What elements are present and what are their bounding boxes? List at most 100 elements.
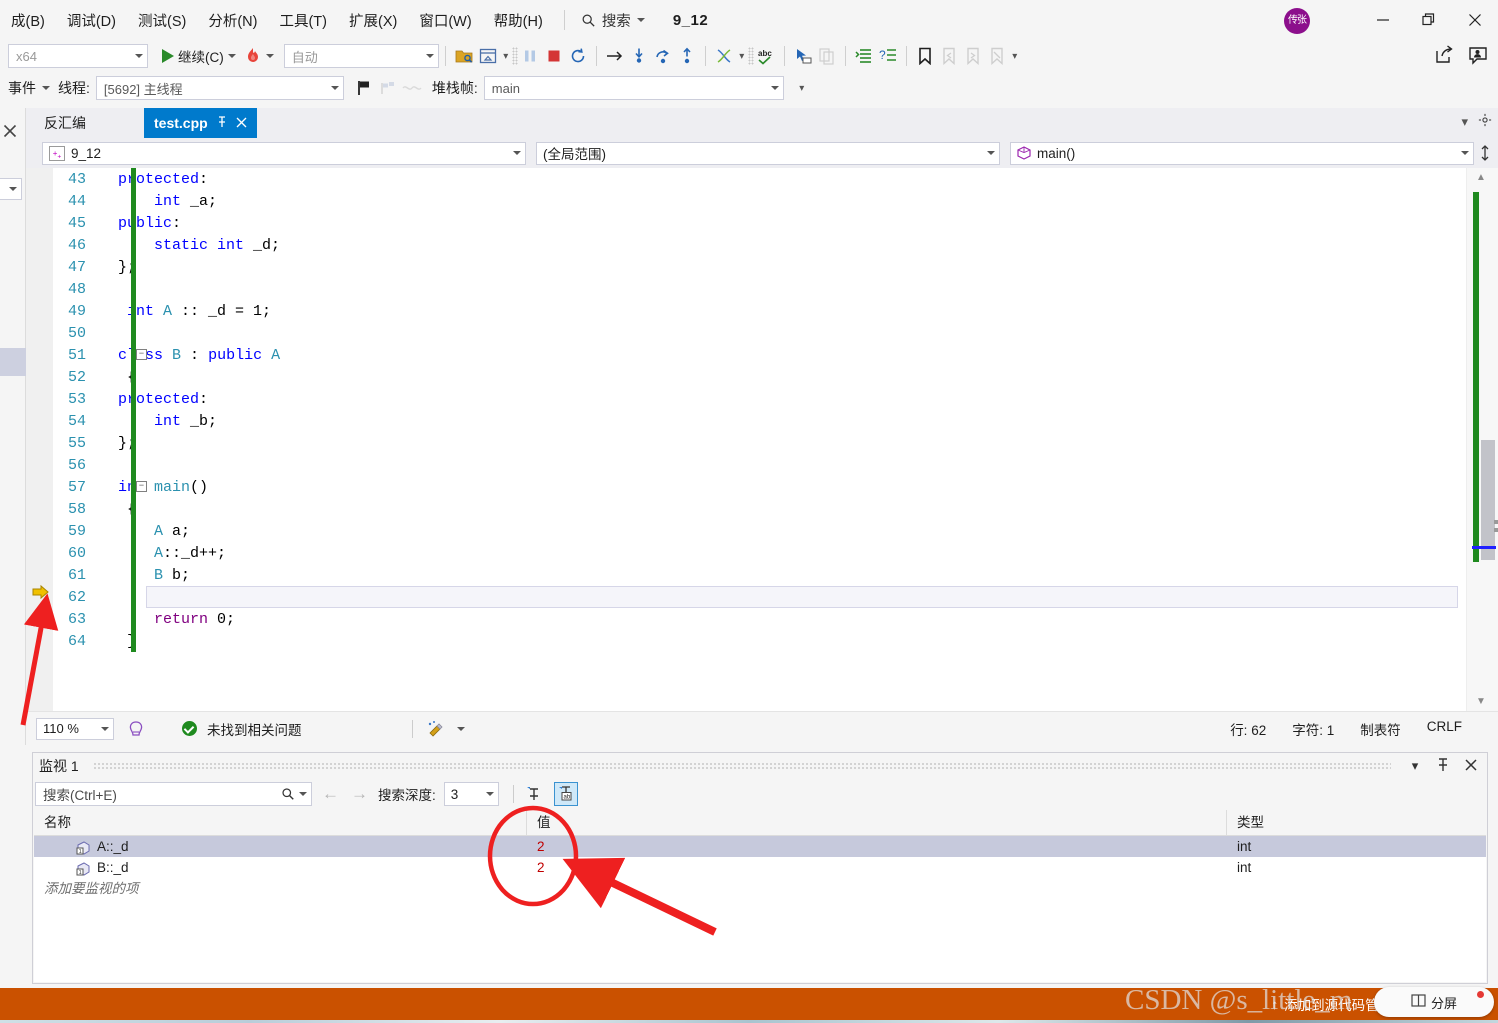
column-header-type[interactable]: 类型 — [1227, 810, 1486, 836]
tab-disassembly[interactable]: 反汇编 — [34, 108, 96, 138]
avatar[interactable]: 传张 — [1284, 8, 1310, 34]
close-icon[interactable] — [236, 115, 247, 131]
toolbar-overflow-icon[interactable]: ▾ — [1009, 51, 1021, 62]
nav-member-combo[interactable]: main() — [1010, 141, 1475, 165]
step-out-icon[interactable] — [675, 44, 699, 68]
toolbar-overflow-icon[interactable]: ▾ — [736, 51, 748, 62]
column-header-value[interactable]: 值 — [527, 809, 1227, 836]
chevron-down-icon[interactable] — [456, 726, 465, 731]
select-tool-icon[interactable] — [791, 44, 815, 68]
global-search[interactable]: 搜索 — [575, 8, 651, 33]
nav-scope-combo[interactable]: (全局范围) — [535, 141, 1001, 165]
code-line[interactable]: 52 { — [26, 366, 1466, 388]
stop-debugging-icon[interactable] — [542, 44, 566, 68]
thread-combo[interactable]: [5692] 主线程 — [95, 76, 344, 100]
chevron-down-icon[interactable] — [42, 86, 50, 90]
continue-to-cursor-icon[interactable] — [603, 44, 627, 68]
code-line[interactable]: 64 } — [26, 630, 1466, 652]
bookmark-icon[interactable] — [913, 44, 937, 68]
code-line[interactable]: 53 protected: — [26, 388, 1466, 410]
nav-project-combo[interactable]: ++ 9_12 — [42, 141, 526, 165]
scroll-down-icon[interactable]: ▼ — [1476, 696, 1486, 707]
home-window-icon[interactable] — [476, 44, 500, 68]
chevron-down-icon[interactable] — [299, 792, 307, 796]
continue-button[interactable]: 继续(C) — [158, 43, 240, 69]
pin-icon[interactable] — [1433, 757, 1453, 775]
table-row[interactable]: 1 A::_d 2 int — [34, 836, 1486, 857]
code-editor[interactable]: 43 protected: 44 int _a; 45 public: 46 static… — [26, 168, 1498, 711]
add-watch-item-row[interactable]: 添加要监视的项 — [34, 878, 1486, 900]
toolbar-overflow-icon[interactable]: ▾ — [500, 51, 512, 62]
menu-item-tools[interactable]: 工具(T) — [268, 6, 338, 35]
code-line[interactable]: 49 int A :: _d = 1; — [26, 300, 1466, 322]
search-prev-icon[interactable]: ← — [320, 784, 341, 804]
intellicode-icon[interactable] — [124, 717, 148, 741]
code-line[interactable]: 61 B b; — [26, 564, 1466, 586]
menu-item-window[interactable]: 窗口(W) — [408, 6, 482, 35]
code-line[interactable]: 46 static int _d; — [26, 234, 1466, 256]
scroll-up-icon[interactable]: ▲ — [1476, 172, 1486, 183]
code-line[interactable]: 62 B::_d++; 已用时间 <= 2ms — [26, 586, 1466, 608]
code-line[interactable]: 45 public: — [26, 212, 1466, 234]
column-header-name[interactable]: 名称 — [34, 809, 527, 836]
zoom-combo[interactable]: 110 % — [36, 717, 114, 740]
left-strip-combo[interactable] — [0, 178, 22, 200]
code-line[interactable]: 51 −class B : public A — [26, 344, 1466, 366]
code-line[interactable]: 56 — [26, 454, 1466, 476]
tab-list-icon[interactable]: ▾ — [1461, 114, 1468, 130]
pin-icon[interactable] — [216, 115, 228, 131]
menu-item-extensions[interactable]: 扩展(X) — [338, 6, 408, 35]
platform-combo[interactable]: x64 — [8, 44, 148, 68]
watch-name-cell[interactable]: 1 B::_d — [34, 857, 527, 878]
menu-item-build[interactable]: 成(B) — [0, 6, 56, 35]
step-over-icon[interactable] — [651, 44, 675, 68]
watch-name-cell[interactable]: 1 A::_d — [34, 836, 527, 857]
fold-collapse-icon[interactable]: − — [136, 349, 147, 360]
search-next-icon[interactable]: → — [349, 784, 370, 804]
floating-split-screen-button[interactable]: 分屏 — [1374, 987, 1494, 1017]
code-line[interactable]: 50 — [26, 322, 1466, 344]
pin-toggle-icon[interactable] — [522, 782, 546, 806]
tabstrip-settings-icon[interactable] — [1478, 113, 1492, 130]
table-row[interactable]: 1 B::_d 2 int — [34, 857, 1486, 878]
open-folder-search-icon[interactable] — [452, 44, 476, 68]
close-icon[interactable] — [1461, 758, 1481, 774]
code-line[interactable]: 59 A a; — [26, 520, 1466, 542]
toolbar-grip[interactable] — [747, 47, 754, 65]
search-depth-combo[interactable]: 3 — [443, 782, 499, 806]
feedback-icon[interactable] — [1466, 43, 1490, 67]
code-line[interactable]: 54 int _b; — [26, 410, 1466, 432]
code-line[interactable]: 58 { — [26, 498, 1466, 520]
close-panel-button[interactable] — [3, 124, 17, 142]
flag-icon[interactable] — [352, 76, 376, 100]
watch-search-input[interactable]: 搜索(Ctrl+E) — [35, 782, 312, 806]
hot-reload-button[interactable] — [240, 43, 278, 69]
threads-icon[interactable] — [712, 44, 736, 68]
indent-icon[interactable] — [852, 44, 876, 68]
code-line[interactable]: 55}; — [26, 432, 1466, 454]
code-line[interactable]: 43 protected: — [26, 168, 1466, 190]
stackframe-combo[interactable]: main — [483, 76, 784, 100]
code-line[interactable]: 57 −int main() — [26, 476, 1466, 498]
scrollbar-thumb[interactable] — [1481, 440, 1495, 560]
watch-value-cell[interactable]: 2 — [527, 836, 1227, 857]
split-editor-button[interactable] — [1474, 145, 1496, 161]
spell-check-icon[interactable]: abc — [754, 44, 778, 68]
maximize-button[interactable] — [1406, 0, 1452, 40]
code-line[interactable]: 63 return 0; — [26, 608, 1466, 630]
close-window-button[interactable] — [1452, 0, 1498, 40]
code-line[interactable]: 60 A::_d++; — [26, 542, 1466, 564]
code-cleanup-icon[interactable] — [423, 717, 447, 741]
step-into-icon[interactable] — [627, 44, 651, 68]
config-combo[interactable]: 自动 — [283, 44, 439, 68]
code-line[interactable]: 44 int _a; — [26, 190, 1466, 212]
menu-item-analyze[interactable]: 分析(N) — [197, 6, 268, 35]
hex-display-icon[interactable]: ab — [553, 782, 578, 806]
chevron-down-icon[interactable]: ▾ — [1405, 758, 1425, 774]
code-line[interactable]: 48 — [26, 278, 1466, 300]
tab-test-cpp[interactable]: test.cpp — [144, 108, 257, 138]
editor-vertical-scrollbar[interactable]: ▲ ▼ — [1466, 168, 1498, 711]
watch-value-cell[interactable]: 2 — [527, 857, 1227, 878]
toolbar-overflow-icon[interactable]: ▾ — [796, 83, 808, 94]
comment-icon[interactable]: ? — [876, 44, 900, 68]
